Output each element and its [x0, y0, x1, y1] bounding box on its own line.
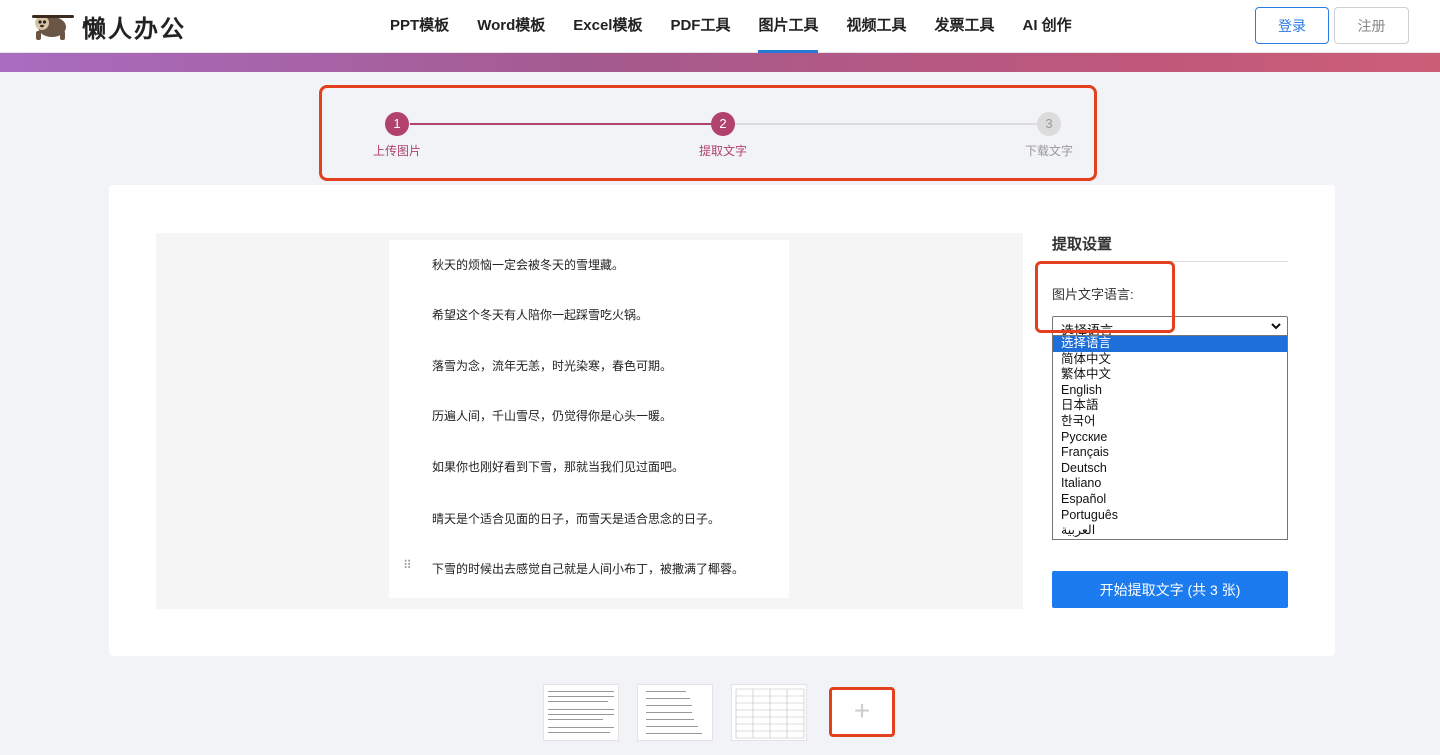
step-label: 上传图片: [372, 144, 421, 158]
nav-video-tools[interactable]: 视频工具: [832, 0, 920, 53]
nav-image-tools[interactable]: 图片工具: [744, 0, 832, 53]
add-image-button[interactable]: +: [829, 687, 895, 737]
language-option[interactable]: Español: [1053, 492, 1287, 508]
step-label: 下载文字: [1024, 144, 1073, 158]
step-number: 3: [1037, 112, 1061, 136]
language-option[interactable]: Italiano: [1053, 476, 1287, 492]
nav-word-templates[interactable]: Word模板: [463, 0, 559, 53]
image-preview: 秋天的烦恼一定会被冬天的雪埋藏。 希望这个冬天有人陪你一起踩雪吃火锅。 落雪为念…: [156, 233, 1023, 609]
document-image: 秋天的烦恼一定会被冬天的雪埋藏。 希望这个冬天有人陪你一起踩雪吃火锅。 落雪为念…: [389, 240, 789, 598]
logo-text: 懒人办公: [82, 15, 186, 43]
table-thumbnail-icon: [735, 688, 805, 739]
language-option[interactable]: English: [1053, 383, 1287, 399]
step-number: 2: [711, 112, 735, 136]
doc-line: 历遍人间，千山雪尽，仍觉得你是心头一暖。: [432, 409, 673, 423]
extract-card: 秋天的烦恼一定会被冬天的雪埋藏。 希望这个冬天有人陪你一起踩雪吃火锅。 落雪为念…: [109, 185, 1335, 656]
nav-pdf-tools[interactable]: PDF工具: [656, 0, 744, 53]
step-connector-done: [410, 123, 722, 125]
nav-invoice-tools[interactable]: 发票工具: [921, 0, 1009, 53]
step-connector-todo: [734, 123, 1050, 125]
language-highlight-box: [1035, 261, 1175, 333]
nav-excel-templates[interactable]: Excel模板: [559, 0, 656, 53]
nav-ai-create[interactable]: AI 创作: [1009, 0, 1086, 53]
step-upload: 1 上传图片: [367, 112, 427, 159]
gradient-banner: [0, 53, 1440, 72]
language-option[interactable]: Deutsch: [1053, 461, 1287, 477]
step-extract: 2 提取文字: [693, 112, 753, 159]
thumbnail-1[interactable]: [543, 684, 619, 741]
step-number: 1: [385, 112, 409, 136]
language-option[interactable]: Português: [1053, 508, 1287, 524]
chevron-down-icon: [1271, 319, 1281, 336]
language-option[interactable]: 简体中文: [1053, 352, 1287, 368]
doc-line: 落雪为念，流年无恙，时光染寒，春色可期。: [432, 359, 673, 373]
doc-line: 秋天的烦恼一定会被冬天的雪埋藏。: [432, 258, 625, 272]
register-button[interactable]: 注册: [1334, 7, 1409, 44]
language-option[interactable]: Русские: [1053, 430, 1287, 446]
step-download: 3 下载文字: [1019, 112, 1079, 159]
thumbnail-3[interactable]: [731, 684, 807, 741]
logo[interactable]: 懒人办公: [32, 9, 186, 44]
language-option[interactable]: 日本語: [1053, 398, 1287, 414]
settings-title: 提取设置: [1052, 233, 1288, 262]
start-extract-button[interactable]: 开始提取文字 (共 3 张): [1052, 571, 1288, 608]
sloth-logo-icon: [32, 11, 74, 43]
top-header: 懒人办公 PPT模板 Word模板 Excel模板 PDF工具 图片工具 视频工…: [0, 0, 1440, 53]
doc-line: 下雪的时候出去感觉自己就是人间小布丁，被撒满了椰蓉。: [432, 562, 745, 576]
language-option[interactable]: Français: [1053, 445, 1287, 461]
doc-line: 晴天是个适合见面的日子，而雪天是适合思念的日子。: [432, 512, 721, 526]
nav-ppt-templates[interactable]: PPT模板: [376, 0, 463, 53]
language-dropdown[interactable]: 选择语言 简体中文 繁体中文 English 日本語 한국어 Русские F…: [1052, 335, 1288, 540]
main-nav: PPT模板 Word模板 Excel模板 PDF工具 图片工具 视频工具 发票工…: [376, 0, 1086, 53]
language-option[interactable]: 한국어: [1053, 414, 1287, 430]
step-label: 提取文字: [698, 144, 747, 158]
drag-handle-icon[interactable]: ⠿: [403, 558, 412, 572]
progress-steps: 1 上传图片 2 提取文字 3 下载文字: [319, 85, 1097, 181]
doc-line: 如果你也刚好看到下雪，那就当我们见过面吧。: [432, 460, 685, 474]
thumbnail-2[interactable]: [637, 684, 713, 741]
language-option[interactable]: 选择语言: [1053, 336, 1287, 352]
doc-line: 希望这个冬天有人陪你一起踩雪吃火锅。: [432, 308, 649, 322]
language-option[interactable]: 繁体中文: [1053, 367, 1287, 383]
language-option[interactable]: العربية: [1053, 523, 1287, 539]
login-button[interactable]: 登录: [1255, 7, 1329, 44]
